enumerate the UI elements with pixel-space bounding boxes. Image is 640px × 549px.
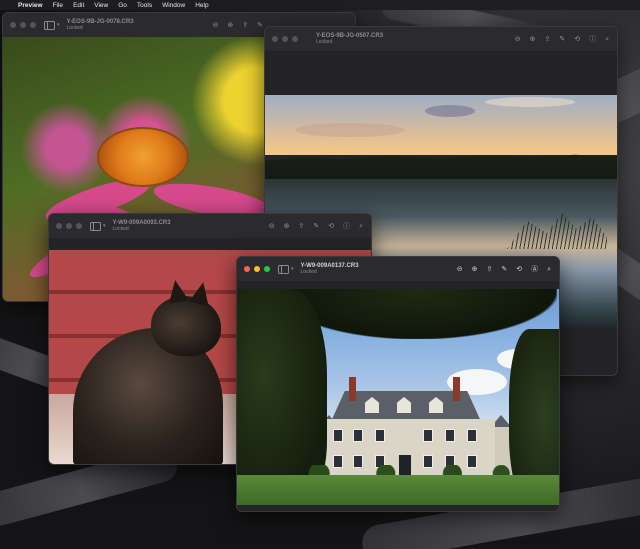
window-controls [10, 22, 36, 28]
minimize-button[interactable] [254, 266, 260, 272]
share-icon[interactable]: ⇪ [242, 22, 248, 29]
minimize-button[interactable] [282, 36, 288, 42]
sidebar-toggle-icon[interactable] [90, 221, 101, 231]
annotate-icon[interactable]: Ⓐ [531, 266, 538, 273]
window-titlebar[interactable]: ▾ Y-W9-009A0093.CR3 Locked ⊖ ⊕ ⇪ ✎ ⟲ ⓘ ⌕ [49, 214, 371, 238]
close-button[interactable] [10, 22, 16, 28]
fullscreen-button[interactable] [76, 223, 82, 229]
window-titlebar[interactable]: Y-EOS-9B-JG-0507.CR3 Locked ⊖ ⊕ ⇪ ✎ ⟲ ⓘ … [265, 27, 617, 51]
window-subtitle: Locked [112, 225, 129, 232]
markup-icon[interactable]: ✎ [313, 223, 319, 230]
zoom-out-icon[interactable]: ⊖ [269, 223, 275, 230]
share-icon[interactable]: ⇪ [486, 266, 492, 273]
zoom-in-icon[interactable]: ⊕ [227, 22, 233, 29]
image-house [237, 289, 559, 505]
window-subtitle: Locked [300, 268, 317, 275]
search-icon[interactable]: ⌕ [359, 223, 363, 230]
close-button[interactable] [272, 36, 278, 42]
menu-app-name[interactable]: Preview [18, 2, 43, 9]
menu-edit[interactable]: Edit [73, 2, 84, 9]
window-controls [56, 223, 82, 229]
fullscreen-button[interactable] [292, 36, 298, 42]
share-icon[interactable]: ⇪ [298, 223, 304, 230]
info-icon[interactable]: ⓘ [343, 223, 350, 230]
rotate-icon[interactable]: ⟲ [516, 266, 522, 273]
share-icon[interactable]: ⇪ [544, 36, 550, 43]
chevron-down-icon[interactable]: ▾ [291, 266, 294, 272]
zoom-out-icon[interactable]: ⊖ [213, 22, 219, 29]
close-button[interactable] [56, 223, 62, 229]
minimize-button[interactable] [66, 223, 72, 229]
menu-view[interactable]: View [94, 2, 108, 9]
zoom-in-icon[interactable]: ⊕ [530, 36, 536, 43]
menu-go[interactable]: Go [118, 2, 127, 9]
sidebar-toggle-icon[interactable] [278, 264, 289, 274]
fullscreen-button[interactable] [30, 22, 36, 28]
zoom-in-icon[interactable]: ⊕ [284, 223, 290, 230]
rotate-icon[interactable]: ⟲ [574, 36, 580, 43]
chevron-down-icon[interactable]: ▾ [57, 22, 60, 28]
markup-icon[interactable]: ✎ [501, 266, 507, 273]
menu-help[interactable]: Help [195, 2, 208, 9]
zoom-in-icon[interactable]: ⊕ [472, 266, 478, 273]
window-titlebar[interactable]: ▾ Y-W9-009A0137.CR3 Locked ⊖ ⊕ ⇪ ✎ ⟲ Ⓐ ⌕ [237, 257, 559, 281]
markup-icon[interactable]: ✎ [559, 36, 565, 43]
markup-icon[interactable]: ✎ [257, 22, 263, 29]
rotate-icon[interactable]: ⟲ [328, 223, 334, 230]
sidebar-toggle-icon[interactable] [44, 20, 55, 30]
close-button[interactable] [244, 266, 250, 272]
window-controls [272, 36, 298, 42]
search-icon[interactable]: ⌕ [547, 266, 551, 273]
info-icon[interactable]: ⓘ [589, 36, 596, 43]
preview-window-house[interactable]: ▾ Y-W9-009A0137.CR3 Locked ⊖ ⊕ ⇪ ✎ ⟲ Ⓐ ⌕ [236, 256, 560, 512]
menu-file[interactable]: File [53, 2, 63, 9]
zoom-out-icon[interactable]: ⊖ [457, 266, 463, 273]
menu-window[interactable]: Window [162, 2, 185, 9]
menu-tools[interactable]: Tools [137, 2, 152, 9]
chevron-down-icon[interactable]: ▾ [103, 223, 106, 229]
search-icon[interactable]: ⌕ [605, 36, 609, 43]
window-subtitle: Locked [316, 38, 333, 45]
fullscreen-button[interactable] [264, 266, 270, 272]
window-controls [244, 266, 270, 272]
zoom-out-icon[interactable]: ⊖ [515, 36, 521, 43]
window-subtitle: Locked [66, 24, 83, 31]
menu-bar: Preview File Edit View Go Tools Window H… [0, 0, 640, 10]
minimize-button[interactable] [20, 22, 26, 28]
